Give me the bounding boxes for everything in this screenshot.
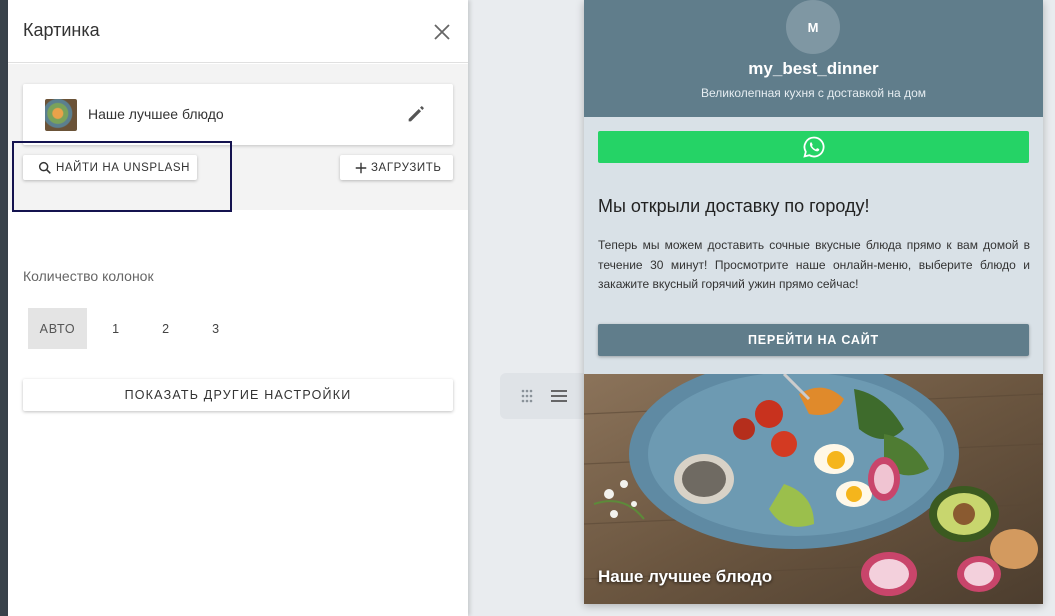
go-to-site-button[interactable]: ПЕРЕЙТИ НА САЙТ [598,324,1029,356]
panel-header: Картинка [8,0,468,63]
whatsapp-button[interactable] [598,131,1029,163]
page-preview: M my_best_dinner Великолепная кухня с до… [584,0,1043,604]
highlight-annotation [12,141,232,212]
profile-tagline: Великолепная кухня с доставкой на дом [700,86,926,100]
profile-username: my_best_dinner [748,59,879,78]
show-more-settings-button[interactable]: ПОКАЗАТЬ ДРУГИЕ НАСТРОЙКИ [23,379,453,411]
profile-header: M my_best_dinner Великолепная кухня с до… [584,0,1043,117]
food-image[interactable]: Наше лучшее блюдо [584,374,1043,604]
drag-handle-icon[interactable] [520,388,534,404]
column-option-2[interactable]: 2 [151,308,181,349]
whatsapp-icon [802,136,824,158]
column-option-3[interactable]: 3 [201,308,231,349]
image-caption: Наше лучшее блюдо [598,567,773,586]
plus-icon [355,162,367,173]
app-sidebar-strip [0,0,8,616]
image-thumbnail [45,99,77,131]
panel-title: Картинка [23,20,100,40]
image-name: Наше лучшее блюдо [88,106,224,122]
image-settings-panel: Картинка Наше лучшее блюдо НАЙТИ НА UNSP… [8,0,468,616]
column-option-1[interactable]: 1 [101,308,131,349]
close-icon[interactable] [430,20,454,44]
post-heading: Мы открыли доставку по городу! [598,196,870,216]
columns-count-label: Количество колонок [23,268,154,284]
edit-icon[interactable] [405,103,427,125]
menu-icon[interactable] [549,387,569,405]
column-option-auto[interactable]: АВТО [28,308,87,349]
avatar: M [786,0,840,54]
block-toolbar [500,373,584,419]
upload-button-label: ЗАГРУЗИТЬ [371,161,442,174]
post-body-text: Теперь мы можем доставить сочные вкусные… [598,238,1030,291]
upload-button[interactable]: ЗАГРУЗИТЬ [340,155,453,180]
selected-image-card[interactable]: Наше лучшее блюдо [23,84,453,145]
